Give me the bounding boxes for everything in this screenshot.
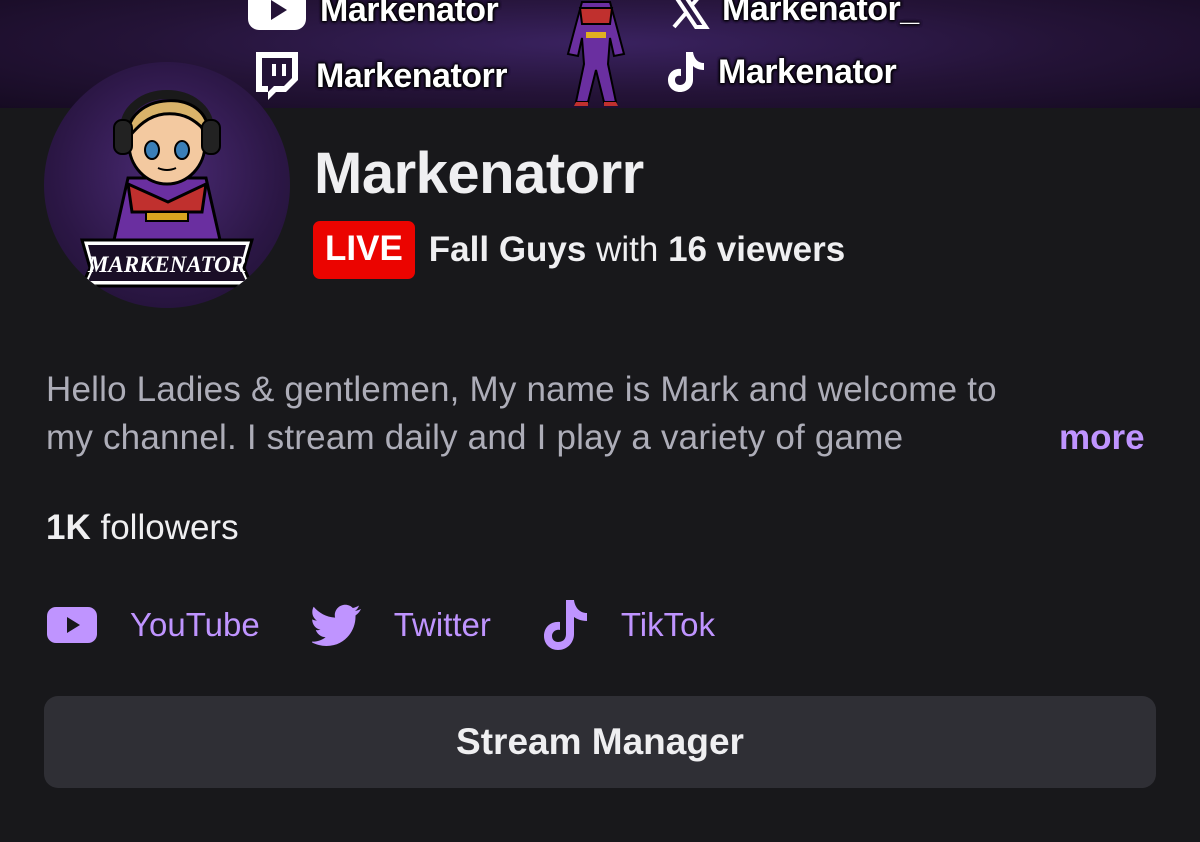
with-text: with bbox=[596, 230, 659, 269]
viewer-count: 16 viewers bbox=[668, 230, 846, 269]
channel-avatar[interactable]: MARKENATOR bbox=[44, 62, 290, 308]
game-name[interactable]: Fall Guys bbox=[429, 230, 587, 269]
avatar-logo-text: MARKENATOR bbox=[87, 252, 246, 277]
social-link-label: Twitter bbox=[393, 606, 491, 643]
live-badge: LIVE bbox=[313, 221, 415, 279]
stream-status-text: Fall Guys with 16 viewers bbox=[429, 230, 845, 270]
youtube-icon bbox=[47, 607, 97, 643]
follower-number: 1K bbox=[46, 508, 91, 547]
banner-tiktok-text: Markenator bbox=[718, 52, 897, 91]
banner-x-text: Markenator_ bbox=[722, 0, 919, 28]
banner-youtube-handle: Markenator bbox=[246, 0, 499, 32]
banner-tiktok-handle: Markenator bbox=[666, 50, 897, 94]
banner-twitch-handle: Markenatorr bbox=[248, 48, 508, 104]
social-link-twitter[interactable]: Twitter bbox=[311, 604, 491, 646]
description-more-link[interactable]: more bbox=[1059, 414, 1145, 462]
banner-x-handle: Markenator_ bbox=[668, 0, 919, 30]
twitch-icon bbox=[256, 52, 298, 100]
social-link-tiktok[interactable]: TikTok bbox=[543, 598, 715, 652]
social-link-youtube[interactable]: YouTube bbox=[46, 606, 260, 644]
banner-youtube-text: Markenator bbox=[320, 0, 499, 29]
x-icon bbox=[672, 0, 710, 29]
tiktok-icon bbox=[543, 600, 587, 650]
social-links: YouTube Twitter TikTok bbox=[46, 596, 715, 654]
twitter-icon bbox=[311, 604, 361, 646]
tiktok-icon bbox=[668, 52, 704, 92]
banner-character-illustration bbox=[566, 1, 626, 106]
channel-description: Hello Ladies & gentlemen, My name is Mar… bbox=[46, 366, 1156, 462]
banner-twitch-text: Markenatorr bbox=[316, 56, 508, 95]
channel-about-page: Markenator Markenator_ Markenatorr Marke… bbox=[0, 0, 1200, 842]
follower-label: followers bbox=[100, 508, 239, 547]
youtube-icon bbox=[248, 0, 306, 30]
stream-manager-button[interactable]: Stream Manager bbox=[44, 696, 1156, 788]
social-link-label: TikTok bbox=[620, 606, 715, 643]
description-line: my channel. I stream daily and I play a … bbox=[46, 414, 1046, 462]
description-line: Hello Ladies & gentlemen, My name is Mar… bbox=[46, 370, 997, 409]
social-link-label: YouTube bbox=[130, 606, 260, 643]
avatar-mascot-image: MARKENATOR bbox=[79, 90, 255, 288]
channel-name: Markenatorr bbox=[314, 141, 644, 206]
follower-count: 1K followers bbox=[46, 506, 239, 550]
live-status-line: LIVE Fall Guys with 16 viewers bbox=[313, 221, 845, 279]
